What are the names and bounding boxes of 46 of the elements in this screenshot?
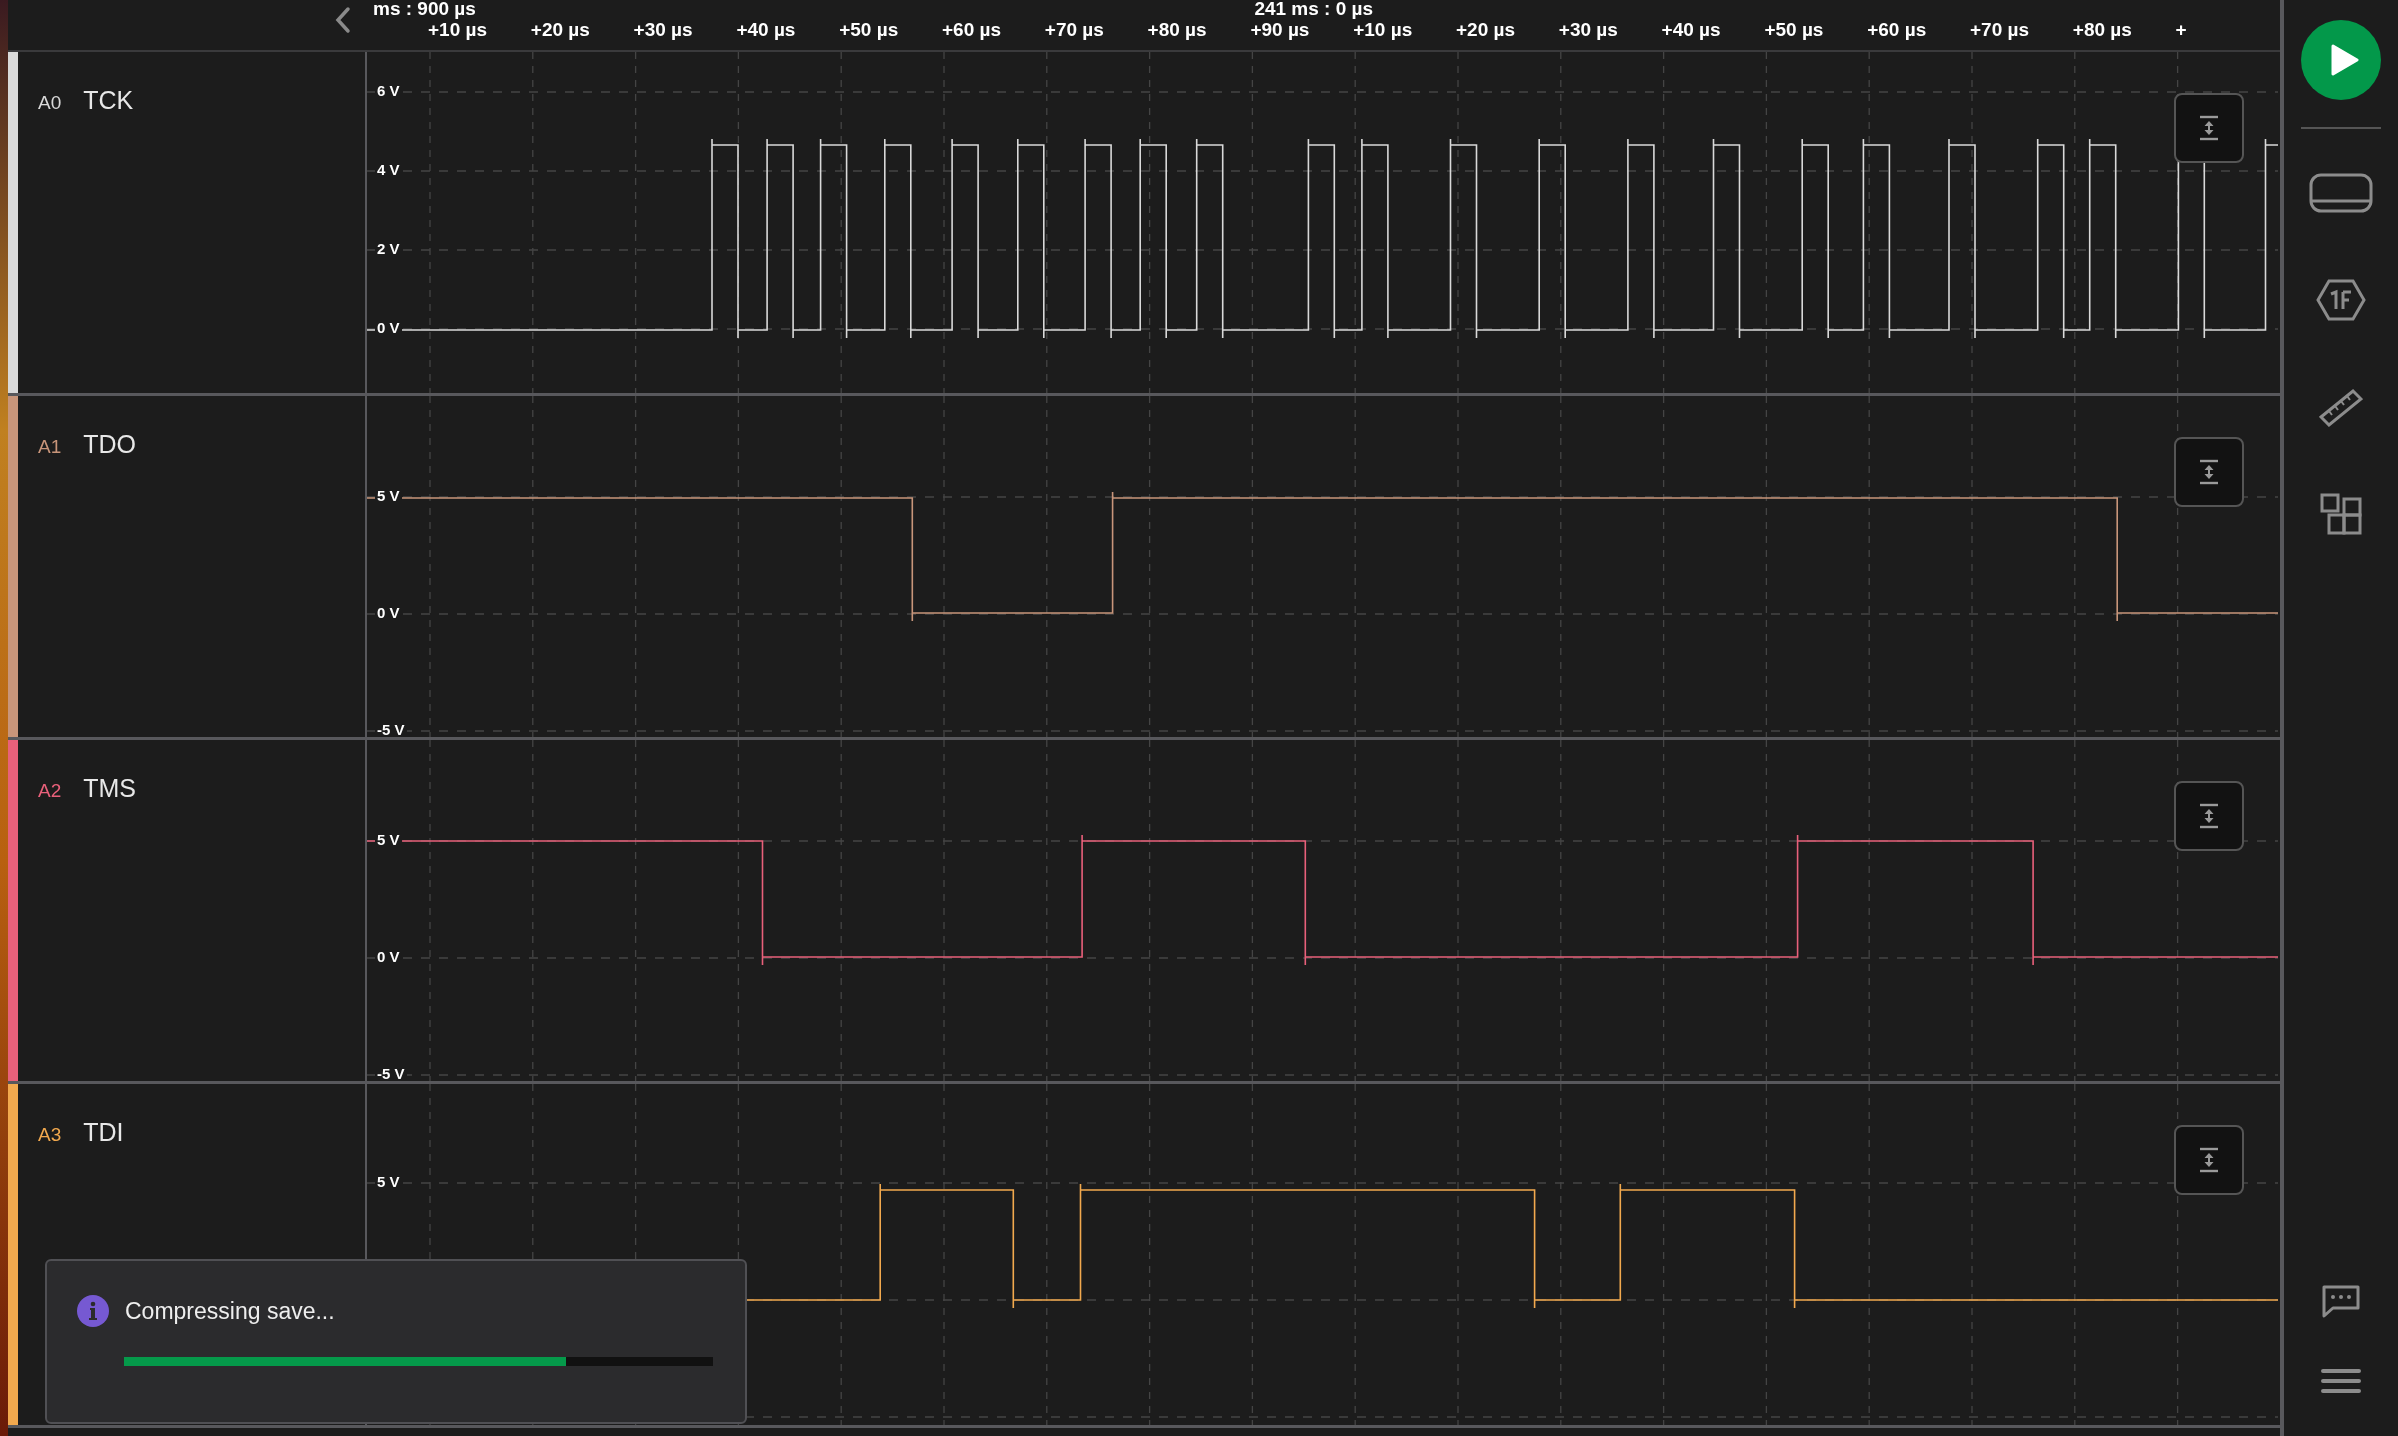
ruler-icon[interactable] bbox=[2319, 386, 2363, 427]
channel-id: A3 bbox=[38, 1124, 62, 1146]
channel-id: A1 bbox=[38, 436, 62, 458]
channel-id: A2 bbox=[38, 780, 62, 802]
time-tick-label: +40 µs bbox=[736, 19, 796, 41]
time-tick-label: +50 µs bbox=[1764, 19, 1824, 41]
play-icon bbox=[2329, 44, 2359, 76]
time-tick-label: +90 µs bbox=[1250, 19, 1310, 41]
time-tick-label: + bbox=[2175, 19, 2187, 41]
time-tick-label: +30 µs bbox=[633, 19, 693, 41]
time-tick-label: +70 µs bbox=[1970, 19, 2030, 41]
chat-icon[interactable] bbox=[2321, 1284, 2361, 1318]
expand-vertical-icon bbox=[2198, 459, 2220, 485]
channel-name[interactable]: TDI bbox=[83, 1118, 124, 1147]
time-tick-label: +70 µs bbox=[1044, 19, 1104, 41]
time-tick-label: +10 µs bbox=[428, 19, 488, 41]
autoscale-button[interactable] bbox=[2174, 1125, 2244, 1195]
expand-vertical-icon bbox=[2198, 115, 2220, 141]
expand-vertical-icon bbox=[2198, 1147, 2220, 1173]
grid-icon[interactable] bbox=[2320, 492, 2362, 535]
time-origin-label: ms : 900 µs bbox=[373, 0, 476, 20]
menu-icon[interactable] bbox=[2320, 1368, 2362, 1394]
autoscale-button[interactable] bbox=[2174, 781, 2244, 851]
channel-name[interactable]: TDO bbox=[83, 430, 137, 459]
time-tick-label: +80 µs bbox=[1147, 19, 1207, 41]
time-tick-label: +40 µs bbox=[1661, 19, 1721, 41]
channel-name[interactable]: TMS bbox=[83, 774, 137, 803]
channel-name[interactable]: TCK bbox=[83, 86, 134, 115]
time-tick-label: +30 µs bbox=[1558, 19, 1618, 41]
info-icon bbox=[77, 1295, 109, 1327]
device-icon[interactable] bbox=[2309, 172, 2373, 213]
channel-id: A0 bbox=[38, 92, 62, 114]
chevron-left-icon[interactable] bbox=[333, 6, 353, 34]
autoscale-button[interactable] bbox=[2174, 437, 2244, 507]
autoscale-button[interactable] bbox=[2174, 93, 2244, 163]
expand-vertical-icon bbox=[2198, 803, 2220, 829]
time-tick-label: +10 µs bbox=[1353, 19, 1413, 41]
time-tick-label: +20 µs bbox=[1456, 19, 1516, 41]
time-tick-label: +20 µs bbox=[530, 19, 590, 41]
time-tick-label: +60 µs bbox=[942, 19, 1002, 41]
hexagon-1f-icon[interactable] bbox=[2316, 278, 2366, 321]
time-tick-label: +80 µs bbox=[2072, 19, 2132, 41]
toast-message: Compressing save... bbox=[125, 1297, 335, 1325]
time-tick-label: +60 µs bbox=[1867, 19, 1927, 41]
time-origin-label: 241 ms : 0 µs bbox=[1254, 0, 1374, 20]
time-tick-label: +50 µs bbox=[839, 19, 899, 41]
